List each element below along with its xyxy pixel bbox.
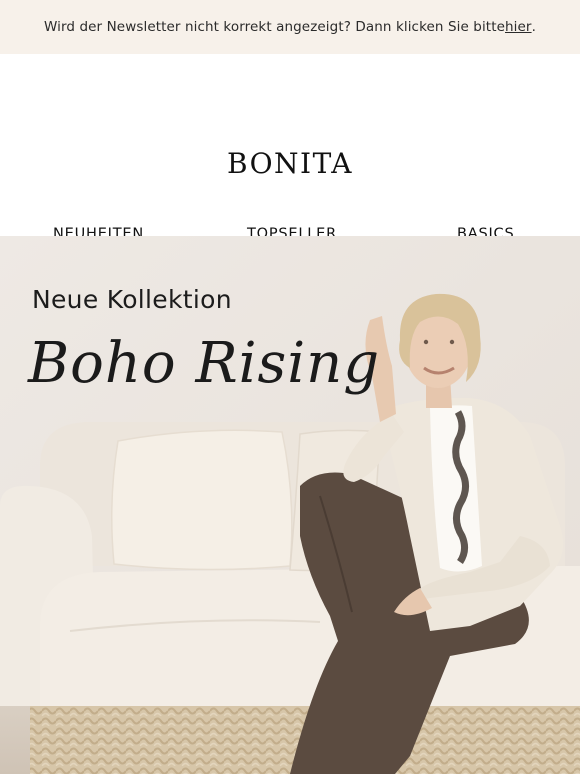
header: BONITA NEUHEITEN TOPSELLER BASICS (0, 54, 580, 242)
brand-logo[interactable]: BONITA (0, 147, 580, 180)
newsletter-banner: Wird der Newsletter nicht korrekt angeze… (0, 0, 580, 54)
hero-image: Neue Kollektion Boho Rising (0, 236, 580, 774)
hero-banner[interactable]: Neue Kollektion Boho Rising (0, 236, 580, 774)
pillow-left (111, 429, 293, 571)
hero-kicker: Neue Kollektion (32, 285, 232, 314)
hero-script-title: Boho Rising (27, 331, 380, 396)
newsletter-suffix: . (531, 19, 536, 35)
newsletter-link[interactable]: hier (505, 19, 532, 35)
newsletter-text: Wird der Newsletter nicht korrekt angeze… (44, 19, 505, 35)
